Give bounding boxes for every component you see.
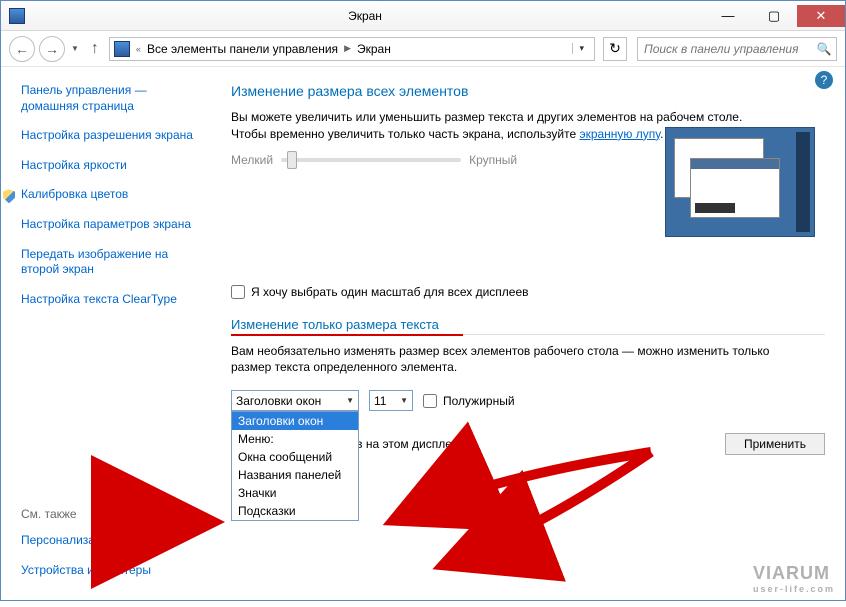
font-size-combobox[interactable]: 11 ▼ bbox=[369, 390, 413, 411]
search-icon[interactable]: 🔍 bbox=[812, 42, 836, 56]
breadcrumb-dropdown[interactable]: ▾ bbox=[572, 43, 590, 54]
sidebar-link-cleartype[interactable]: Настройка текста ClearType bbox=[21, 292, 207, 308]
dropdown-option[interactable]: Названия панелей bbox=[232, 466, 358, 484]
sidebar-link-devices-printers[interactable]: Устройства и принтеры bbox=[21, 563, 207, 579]
bold-label[interactable]: Полужирный bbox=[443, 394, 515, 408]
nav-history-dropdown[interactable]: ▼ bbox=[69, 44, 81, 53]
minimize-button[interactable]: — bbox=[705, 5, 751, 27]
refresh-button[interactable]: ↻ bbox=[603, 37, 627, 61]
single-scale-checkbox[interactable] bbox=[231, 285, 245, 299]
help-icon[interactable]: ? bbox=[815, 71, 833, 89]
nav-back-button[interactable]: ← bbox=[9, 36, 35, 62]
content-pane: ? Изменение размера всех элементов Вы мо… bbox=[211, 67, 845, 600]
nav-forward-button[interactable]: → bbox=[39, 36, 65, 62]
annotation-underline bbox=[231, 334, 463, 336]
dropdown-option[interactable]: Окна сообщений bbox=[232, 448, 358, 466]
maximize-button[interactable]: ▢ bbox=[751, 5, 797, 27]
element-type-combobox[interactable]: Заголовки окон ▼ Заголовки окон Меню: Ок… bbox=[231, 390, 359, 411]
window-title: Экран bbox=[25, 9, 705, 23]
close-button[interactable]: ✕ bbox=[797, 5, 845, 27]
body: Панель управления — домашняя страница На… bbox=[1, 67, 845, 600]
sidebar: Панель управления — домашняя страница На… bbox=[1, 67, 211, 600]
single-scale-checkbox-row: Я хочу выбрать один масштаб для всех дис… bbox=[231, 285, 825, 299]
search-box[interactable]: 🔍 bbox=[637, 37, 837, 61]
slider-max-label: Крупный bbox=[469, 153, 517, 167]
sidebar-link-brightness[interactable]: Настройка яркости bbox=[21, 158, 207, 174]
nav-up-button[interactable]: ↑ bbox=[85, 40, 105, 58]
single-scale-label[interactable]: Я хочу выбрать один масштаб для всех дис… bbox=[251, 285, 529, 299]
magnifier-link[interactable]: экранную лупу bbox=[579, 127, 660, 141]
text-size-description: Вам необязательно изменять размер всех э… bbox=[231, 343, 771, 377]
app-icon bbox=[9, 8, 25, 24]
scale-slider[interactable] bbox=[281, 158, 461, 162]
sidebar-link-home[interactable]: Панель управления — домашняя страница bbox=[21, 83, 207, 114]
breadcrumb[interactable]: « Все элементы панели управления ▶ Экран… bbox=[109, 37, 595, 61]
sidebar-link-color-calibration[interactable]: Калибровка цветов bbox=[21, 187, 207, 203]
dropdown-option[interactable]: Меню: bbox=[232, 430, 358, 448]
apply-button[interactable]: Применить bbox=[725, 433, 825, 455]
chevron-down-icon: ▼ bbox=[346, 396, 354, 405]
section-heading-resize-all: Изменение размера всех элементов bbox=[231, 83, 825, 99]
sidebar-link-project[interactable]: Передать изображение на второй экран bbox=[21, 247, 207, 278]
breadcrumb-item[interactable]: Экран bbox=[357, 42, 391, 56]
dropdown-option[interactable]: Заголовки окон bbox=[232, 412, 358, 430]
toolbar: ← → ▼ ↑ « Все элементы панели управления… bbox=[1, 31, 845, 67]
sidebar-link-personalization[interactable]: Персонализация bbox=[21, 533, 207, 549]
bold-checkbox[interactable] bbox=[423, 394, 437, 408]
window-titlebar: Экран — ▢ ✕ bbox=[1, 1, 845, 31]
see-also-heading: См. также bbox=[21, 507, 207, 521]
search-input[interactable] bbox=[638, 42, 812, 56]
window-controls: — ▢ ✕ bbox=[705, 5, 845, 27]
chevron-right-icon: ▶ bbox=[342, 43, 353, 54]
text-size-controls: Заголовки окон ▼ Заголовки окон Меню: Ок… bbox=[231, 390, 825, 411]
element-type-dropdown-list: Заголовки окон Меню: Окна сообщений Назв… bbox=[231, 411, 359, 521]
control-panel-icon bbox=[114, 41, 130, 57]
display-illustration bbox=[665, 127, 815, 237]
sidebar-link-display-settings[interactable]: Настройка параметров экрана bbox=[21, 217, 207, 233]
slider-thumb[interactable] bbox=[287, 151, 297, 169]
chevron-down-icon: ▼ bbox=[400, 396, 408, 405]
bold-checkbox-row: Полужирный bbox=[423, 394, 515, 408]
slider-min-label: Мелкий bbox=[231, 153, 273, 167]
dropdown-option[interactable]: Подсказки bbox=[232, 502, 358, 520]
sidebar-link-resolution[interactable]: Настройка разрешения экрана bbox=[21, 128, 207, 144]
chevron-icon: « bbox=[134, 44, 143, 54]
breadcrumb-item[interactable]: Все элементы панели управления bbox=[147, 42, 338, 56]
section-heading-text-size: Изменение только размера текста bbox=[231, 317, 825, 335]
dropdown-option[interactable]: Значки bbox=[232, 484, 358, 502]
